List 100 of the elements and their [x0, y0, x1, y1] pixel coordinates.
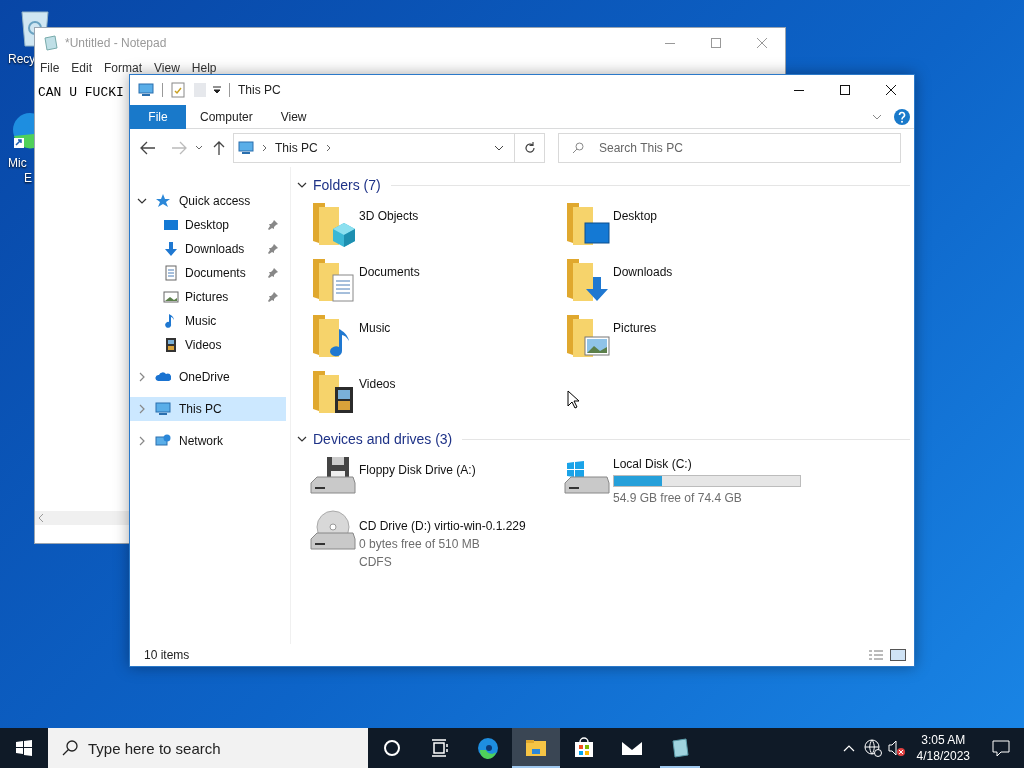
breadcrumb-separator-icon[interactable]	[262, 144, 267, 152]
menu-item[interactable]: View	[154, 58, 180, 77]
notification-icon	[992, 739, 1010, 757]
nav-item[interactable]: OneDrive	[130, 365, 286, 389]
menu-item[interactable]: Format	[104, 58, 143, 77]
item-name: Desktop	[613, 208, 658, 225]
refresh-button[interactable]	[515, 133, 545, 163]
close-icon	[886, 85, 896, 95]
item-detail: 0 bytes free of 510 MB	[359, 536, 481, 553]
group-header[interactable]: Devices and drives (3)	[313, 428, 453, 450]
address-dropdown-icon[interactable]	[494, 145, 504, 151]
nav-item[interactable]: Pictures	[130, 285, 290, 309]
item-name: Documents	[359, 264, 420, 281]
nav-item[interactable]: Desktop	[130, 213, 290, 237]
group-header[interactable]: Folders (7)	[313, 174, 381, 196]
documents-icon	[163, 265, 179, 281]
taskbar-search-field[interactable]: Type here to search	[48, 728, 368, 768]
refresh-icon	[523, 142, 536, 154]
file-menu-button[interactable]: File	[130, 104, 186, 129]
nav-item[interactable]: This PC	[130, 397, 286, 421]
desktop-icon-label: E	[24, 171, 32, 186]
folder-tile[interactable]: Videos	[309, 365, 563, 421]
clock[interactable]: 3:05 AM 4/18/2023	[908, 732, 978, 764]
volume-muted-icon[interactable]	[887, 739, 906, 757]
drive-tile[interactable]: Floppy Disk Drive (A:)	[309, 451, 563, 507]
expand-ribbon-icon[interactable]	[872, 113, 882, 120]
store-icon	[572, 736, 596, 760]
edge-icon	[476, 736, 500, 760]
menu-item[interactable]: File	[40, 58, 60, 77]
status-text: 10 items	[144, 647, 190, 664]
item-name: Videos	[359, 376, 396, 393]
pin-icon[interactable]	[268, 292, 278, 302]
item-detail: CDFS	[359, 554, 393, 571]
collapsed-chevron-icon[interactable]	[137, 436, 147, 446]
this-pc-icon	[138, 82, 154, 98]
item-name: Pictures	[613, 320, 657, 337]
quick-access-icon	[155, 193, 171, 209]
document-text: CAN U FUCKI	[38, 85, 124, 100]
folder-tile[interactable]: Downloads	[563, 253, 817, 309]
show-hidden-icons-icon[interactable]	[842, 744, 855, 752]
close-icon	[757, 38, 767, 48]
drive-tile[interactable]: Local Disk (C:) 54.9 GB free of 74.4 GB	[563, 451, 817, 507]
window-title: This PC	[238, 82, 281, 99]
notepad-icon	[43, 35, 59, 51]
maximize-icon	[711, 38, 721, 48]
taskbar-app-button[interactable]	[512, 728, 560, 768]
this-pc-icon	[238, 140, 254, 156]
folder-tile[interactable]: Desktop	[563, 197, 817, 253]
downloads-icon	[163, 241, 179, 257]
this-pc-icon	[155, 401, 171, 417]
window-title: *Untitled - Notepad	[65, 35, 167, 52]
nav-item[interactable]: Documents	[130, 261, 290, 285]
expanded-chevron-icon[interactable]	[297, 180, 307, 190]
item-name: CD Drive (D:) virtio-win-0.1.229	[359, 518, 526, 535]
expanded-chevron-icon[interactable]	[137, 196, 147, 206]
menu-item[interactable]: Edit	[71, 58, 93, 77]
item-detail: 54.9 GB free of 74.4 GB	[613, 490, 743, 507]
folder-tile[interactable]: Music	[309, 309, 563, 365]
minimize-icon	[665, 42, 675, 44]
folder-tile[interactable]: Pictures	[563, 309, 817, 365]
breadcrumb[interactable]: This PC	[275, 139, 318, 157]
desktop-icon-label: Recy	[8, 52, 36, 67]
collapsed-chevron-icon[interactable]	[137, 372, 147, 382]
dropdown-icon[interactable]	[213, 86, 221, 94]
nav-item[interactable]: Quick access	[130, 189, 286, 213]
pin-icon[interactable]	[268, 220, 278, 230]
large-icons-view-icon[interactable]	[890, 649, 906, 661]
expanded-chevron-icon[interactable]	[297, 434, 307, 444]
address-bar[interactable]: This PC	[233, 133, 515, 163]
ribbon-tab[interactable]: Computer	[186, 104, 267, 129]
pin-icon[interactable]	[268, 244, 278, 254]
desktop-icon	[163, 217, 179, 233]
folder-tile[interactable]: 3D Objects	[309, 197, 563, 253]
nav-item[interactable]: Videos	[130, 333, 290, 357]
collapsed-chevron-icon[interactable]	[137, 404, 147, 414]
windows-logo-icon	[16, 740, 32, 756]
search-icon	[572, 142, 584, 154]
nav-item[interactable]: Music	[130, 309, 290, 333]
ribbon-tab[interactable]: View	[266, 104, 321, 129]
item-name: 3D Objects	[359, 208, 419, 225]
breadcrumb-separator-icon[interactable]	[325, 144, 331, 152]
search-field[interactable]: Search This PC	[558, 133, 901, 163]
recent-locations-icon[interactable]	[195, 145, 203, 151]
folder-tile[interactable]: Documents	[309, 253, 563, 309]
item-name: Music	[359, 320, 391, 337]
back-icon[interactable]	[140, 141, 156, 155]
pictures-icon	[163, 289, 179, 305]
item-name: Downloads	[613, 264, 673, 281]
up-icon[interactable]	[213, 141, 225, 155]
help-icon[interactable]	[894, 108, 910, 125]
maximize-icon	[840, 85, 850, 95]
nav-item[interactable]: Downloads	[130, 237, 290, 261]
pin-icon[interactable]	[268, 268, 278, 278]
item-name: Local Disk (C:)	[613, 456, 693, 473]
search-icon	[62, 740, 78, 756]
menu-item[interactable]: Help	[191, 58, 217, 77]
network-icon[interactable]	[863, 739, 882, 757]
videos-icon	[163, 337, 179, 353]
minimize-icon	[794, 89, 804, 91]
nav-item[interactable]: Network	[130, 429, 286, 453]
